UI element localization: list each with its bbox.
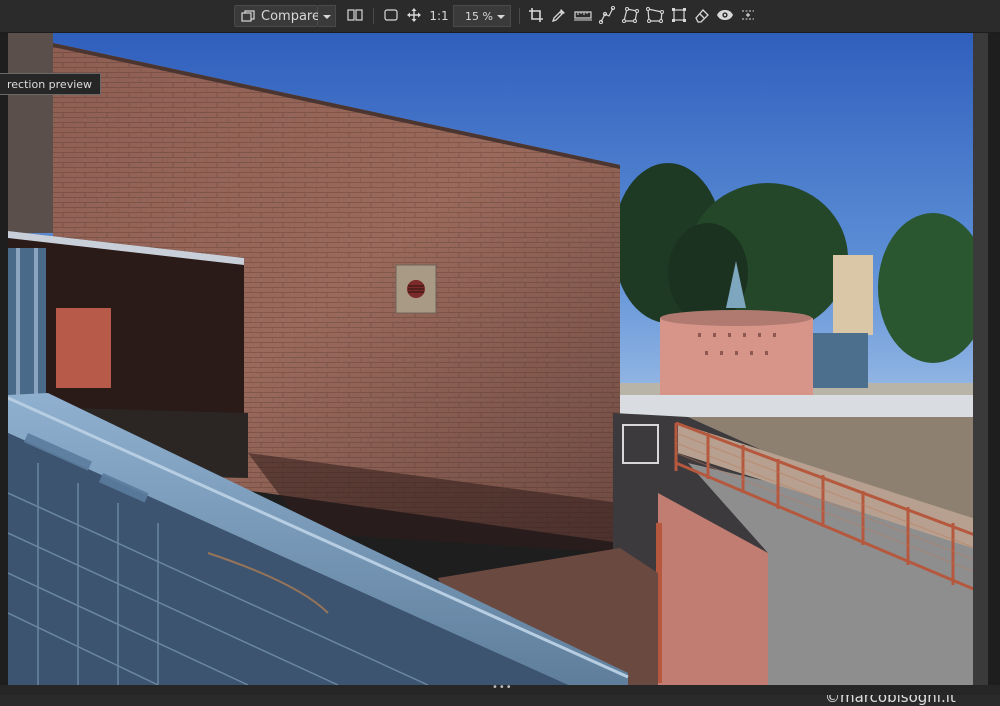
fit-icon bbox=[384, 8, 398, 24]
transform-button[interactable] bbox=[668, 5, 690, 27]
curves-icon bbox=[598, 5, 616, 27]
eyedropper-icon bbox=[551, 8, 566, 25]
perspective-icon bbox=[646, 6, 664, 27]
compare-icon bbox=[241, 10, 255, 22]
photo bbox=[8, 33, 988, 685]
toolbar-divider bbox=[519, 8, 520, 24]
preview-toggle-button[interactable] bbox=[714, 5, 736, 27]
eraser-button[interactable] bbox=[691, 5, 713, 27]
eyedropper-button[interactable] bbox=[549, 5, 569, 27]
eye-icon bbox=[717, 9, 733, 24]
curves-button[interactable] bbox=[596, 5, 618, 27]
compare-button[interactable]: Compare bbox=[234, 5, 320, 27]
overlay-icon bbox=[741, 8, 755, 25]
transform-icon bbox=[671, 7, 687, 26]
overlay-button[interactable] bbox=[738, 5, 758, 27]
pan-button[interactable] bbox=[404, 5, 424, 27]
tooltip: rection preview bbox=[0, 73, 102, 95]
crop-icon bbox=[529, 7, 543, 25]
zoom-select[interactable]: 15 % bbox=[453, 5, 511, 27]
toolbar-divider bbox=[373, 8, 374, 24]
actual-size-button[interactable]: 1:1 bbox=[427, 5, 451, 27]
chevron-down-icon bbox=[322, 9, 331, 23]
split-view-button[interactable] bbox=[344, 5, 366, 27]
chevron-down-icon bbox=[497, 10, 505, 23]
polygon-icon bbox=[622, 6, 640, 27]
pan-icon bbox=[407, 7, 421, 25]
panel-resize-handle[interactable]: ••• bbox=[492, 682, 513, 693]
image-viewer[interactable]: rection preview ©marcobisogni.it bbox=[0, 33, 1000, 706]
bottom-panel-bar: ••• bbox=[0, 682, 1000, 695]
compare-dropdown-button[interactable] bbox=[318, 5, 336, 27]
straighten-icon bbox=[574, 9, 592, 24]
straighten-button[interactable] bbox=[572, 5, 594, 27]
eraser-icon bbox=[694, 7, 710, 26]
zoom-value: 15 % bbox=[465, 9, 493, 23]
crop-button[interactable] bbox=[526, 5, 546, 27]
polygon-button[interactable] bbox=[620, 5, 642, 27]
perspective-button[interactable] bbox=[644, 5, 666, 27]
split-view-icon bbox=[347, 8, 363, 24]
fit-view-button[interactable] bbox=[381, 5, 401, 27]
top-toolbar: Compare 1:1 15 % bbox=[0, 0, 1000, 33]
compare-label: Compare bbox=[261, 8, 320, 24]
